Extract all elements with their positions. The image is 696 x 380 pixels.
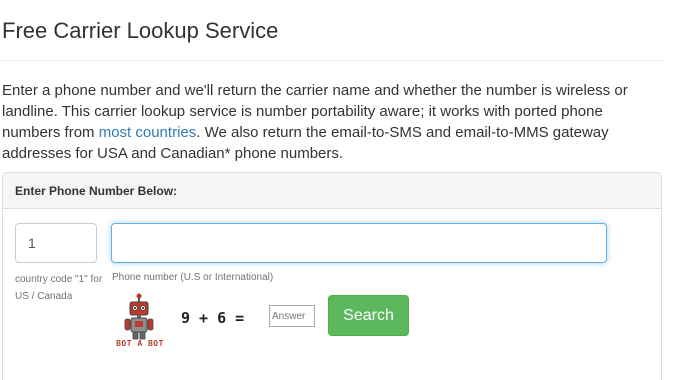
- lookup-panel: Enter Phone Number Below: country code "…: [2, 172, 662, 380]
- country-code-help: country code "1" for US / Canada: [15, 274, 103, 302]
- page-title: Free Carrier Lookup Service: [2, 18, 279, 43]
- most-countries-link[interactable]: most countries: [99, 124, 197, 141]
- panel-heading: Enter Phone Number Below:: [3, 173, 661, 209]
- phone-number-input[interactable]: [111, 223, 607, 263]
- captcha-answer-input[interactable]: [269, 305, 315, 327]
- captcha-equation: 9 + 6 =: [181, 309, 245, 327]
- intro-paragraph: Enter a phone number and we'll return th…: [2, 80, 662, 164]
- country-code-input[interactable]: [15, 223, 97, 263]
- search-button[interactable]: Search: [328, 295, 409, 336]
- title-divider: [2, 60, 664, 61]
- page: Free Carrier Lookup Service Enter a phon…: [0, 0, 696, 380]
- robot-caption: BOT A BOT: [116, 339, 164, 348]
- phone-number-help: Phone number (U.S or International): [112, 272, 274, 283]
